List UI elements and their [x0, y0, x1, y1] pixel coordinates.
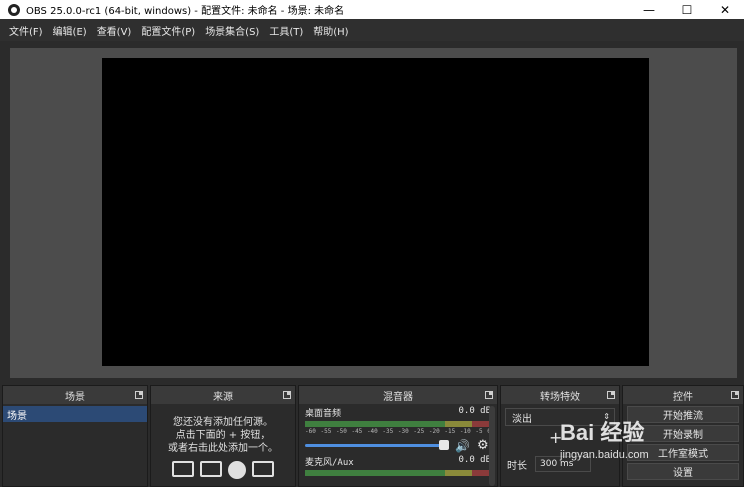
mixer-dock-title: 混音器: [383, 391, 413, 403]
window-controls: — ☐ ✕: [630, 0, 744, 19]
camera-source-icon: [252, 461, 274, 477]
menu-scene-collection[interactable]: 场景集合(S): [202, 23, 266, 38]
maximize-button[interactable]: ☐: [668, 0, 706, 19]
controls-dock-title: 控件: [673, 391, 693, 403]
sources-dock: 来源 您还没有添加任何源。 点击下面的 + 按钮， 或者右击此处添加一个。: [150, 385, 296, 487]
close-button[interactable]: ✕: [706, 0, 744, 19]
display-capture-icon: [200, 461, 222, 477]
sources-empty-message[interactable]: 您还没有添加任何源。 点击下面的 + 按钮， 或者右击此处添加一个。: [151, 404, 295, 455]
sources-dock-header: 来源: [151, 386, 295, 404]
image-source-icon: [172, 461, 194, 477]
mixer-channel-name: 桌面音频: [305, 409, 342, 419]
window-titlebar: OBS 25.0.0-rc1 (64-bit, windows) - 配置文件:…: [0, 0, 744, 19]
volume-meter: [305, 470, 491, 476]
volume-slider[interactable]: [305, 440, 449, 450]
transitions-dock-header: 转场特效: [501, 386, 619, 404]
menu-bar: 文件(F) 编辑(E) 查看(V) 配置文件(P) 场景集合(S) 工具(T) …: [0, 19, 744, 41]
transition-select-value: 淡出: [512, 413, 532, 425]
mixer-dock: 混音器 桌面音频 0.0 dB -60 -55 -50 -45 -40 -35 -30 -25…: [298, 385, 498, 487]
mixer-scrollbar[interactable]: [489, 406, 495, 486]
window-title: OBS 25.0.0-rc1 (64-bit, windows) - 配置文件:…: [26, 6, 345, 17]
source-type-icons: [151, 461, 295, 479]
mixer-channel-name: 麦克风/Aux: [305, 458, 354, 468]
obs-logo-icon: [8, 3, 20, 16]
duration-label: 时长: [507, 460, 527, 472]
volume-meter: [305, 421, 491, 427]
transitions-dock-title: 转场特效: [540, 391, 580, 403]
mixer-channel-mic: 麦克风/Aux 0.0 dB: [299, 453, 497, 476]
minimize-button[interactable]: —: [630, 0, 668, 19]
dock-float-icon[interactable]: [485, 391, 493, 399]
preview-area[interactable]: [10, 48, 737, 378]
scenes-dock: 场景 场景: [2, 385, 148, 487]
controls-dock-header: 控件: [623, 386, 743, 404]
menu-help[interactable]: 帮助(H): [310, 23, 355, 38]
menu-edit[interactable]: 编辑(E): [50, 23, 94, 38]
sources-empty-line-3: 或者右击此处添加一个。: [168, 443, 278, 454]
watermark-url: jingyan.baidu.com: [560, 449, 649, 461]
baidu-watermark: Bai 经验 jingyan.baidu.com: [560, 415, 740, 475]
browser-source-icon: [228, 461, 246, 479]
scenes-dock-header: 场景: [3, 386, 147, 404]
meter-scale: -60-55-50-45-40-35-30-25-20-15-10-50: [305, 428, 491, 435]
sources-dock-title: 来源: [213, 391, 233, 403]
menu-file[interactable]: 文件(F): [6, 23, 50, 38]
dock-float-icon[interactable]: [135, 391, 143, 399]
mixer-dock-header: 混音器: [299, 386, 497, 404]
speaker-icon[interactable]: 🔊: [455, 439, 471, 453]
menu-profile[interactable]: 配置文件(P): [138, 23, 202, 38]
preview-canvas[interactable]: [102, 58, 649, 366]
menu-tools[interactable]: 工具(T): [266, 23, 310, 38]
mixer-channel-db: 0.0 dB: [458, 406, 491, 416]
dock-float-icon[interactable]: [731, 391, 739, 399]
volume-slider-thumb[interactable]: [439, 440, 449, 450]
menu-view[interactable]: 查看(V): [94, 23, 139, 38]
mixer-channel-desktop: 桌面音频 0.0 dB -60 -55 -50 -45 -40 -35 -30 -25 -20-…: [299, 404, 497, 453]
scenes-dock-title: 场景: [65, 391, 85, 403]
dock-float-icon[interactable]: [607, 391, 615, 399]
dock-float-icon[interactable]: [283, 391, 291, 399]
sources-empty-line-2: 点击下面的 + 按钮，: [175, 430, 271, 441]
scene-list-item[interactable]: 场景: [3, 406, 147, 422]
watermark-brand: Bai 经验: [560, 420, 645, 445]
mixer-channel-db: 0.0 dB: [458, 455, 491, 465]
sources-empty-line-1: 您还没有添加任何源。: [173, 417, 273, 428]
